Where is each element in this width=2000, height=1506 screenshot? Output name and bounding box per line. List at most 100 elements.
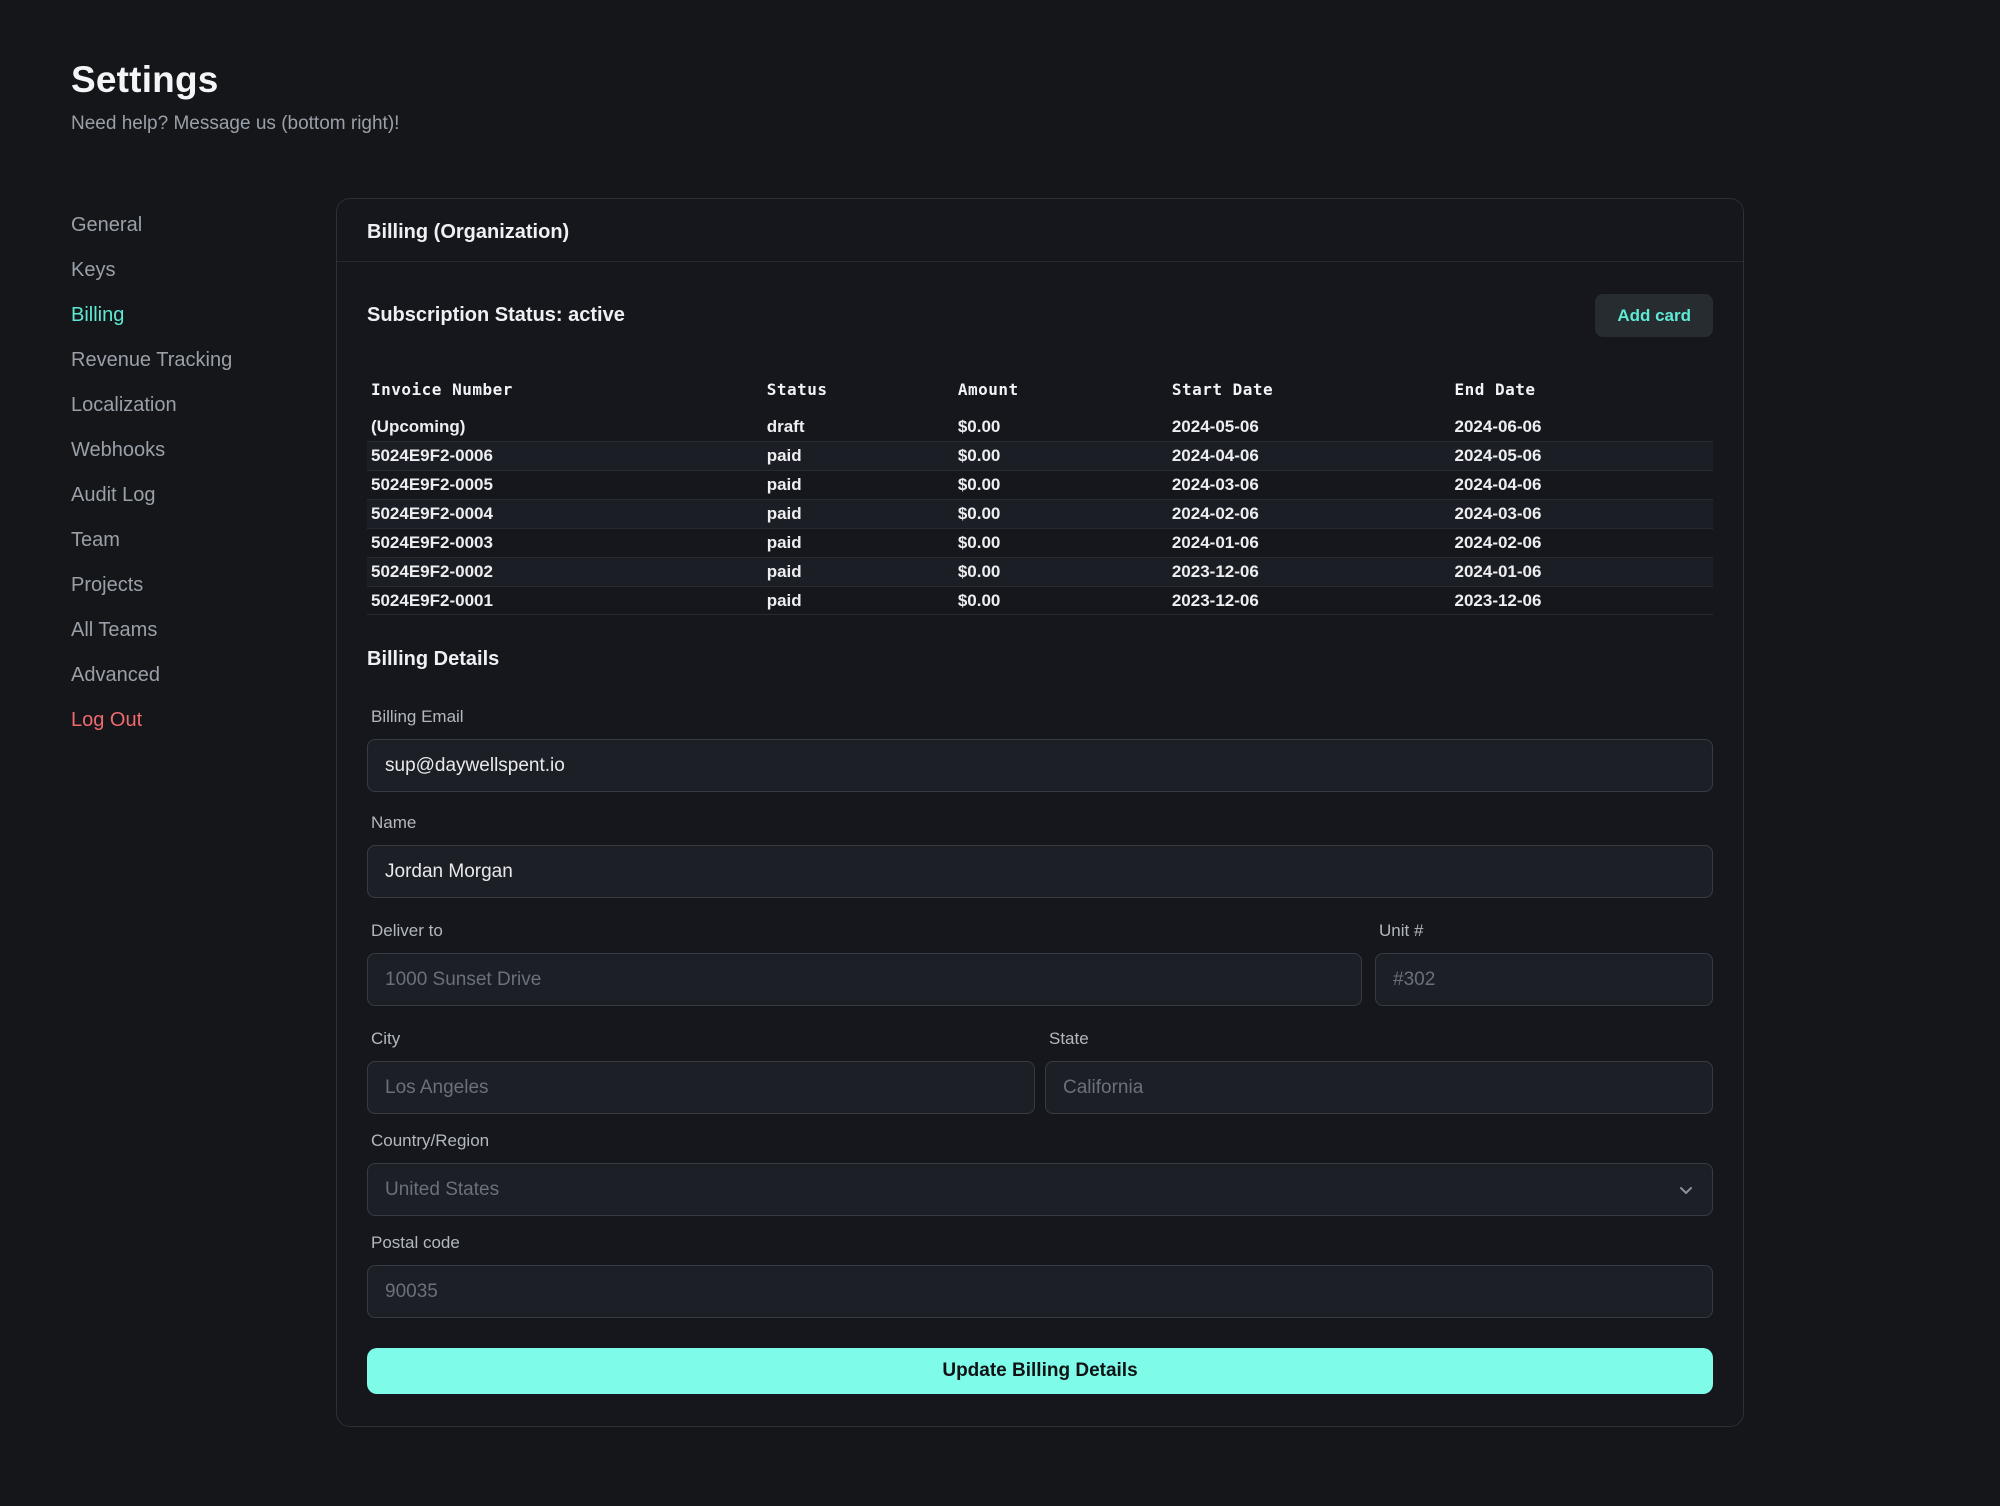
- invoice-cell: 2024-04-06: [1168, 446, 1451, 466]
- state-field[interactable]: [1045, 1061, 1713, 1114]
- invoice-cell: 2024-06-06: [1451, 417, 1714, 437]
- deliver-to-label: Deliver to: [367, 920, 1362, 941]
- name-label: Name: [367, 812, 1713, 833]
- billing-details-heading: Billing Details: [367, 647, 1713, 672]
- invoice-cell: $0.00: [954, 504, 1168, 524]
- invoice-cell: paid: [763, 475, 954, 495]
- invoice-cell: $0.00: [954, 446, 1168, 466]
- sidebar-item-advanced[interactable]: Advanced: [71, 663, 160, 688]
- invoice-cell: 2023-12-06: [1451, 591, 1714, 611]
- add-card-button[interactable]: Add card: [1595, 294, 1713, 337]
- invoice-table: Invoice NumberStatusAmountStart DateEnd …: [367, 376, 1713, 615]
- invoice-cell: 2023-12-06: [1168, 562, 1451, 582]
- city-field[interactable]: [367, 1061, 1035, 1114]
- invoice-table-header: Invoice NumberStatusAmountStart DateEnd …: [367, 376, 1713, 403]
- invoice-cell: 2024-05-06: [1168, 417, 1451, 437]
- invoice-cell: 5024E9F2-0006: [367, 446, 763, 466]
- subscription-status: Subscription Status: active: [367, 304, 625, 327]
- deliver-to-field[interactable]: [367, 953, 1362, 1006]
- invoice-column-header: End Date: [1451, 376, 1714, 403]
- sidebar-item-all-teams[interactable]: All Teams: [71, 618, 157, 643]
- unit-field[interactable]: [1375, 953, 1713, 1006]
- invoice-cell: paid: [763, 562, 954, 582]
- postal-code-group: Postal code: [367, 1232, 1713, 1318]
- page-title: Settings: [71, 58, 2000, 102]
- invoice-row: 5024E9F2-0004paid$0.002024-02-062024-03-…: [367, 499, 1713, 528]
- invoice-cell: draft: [763, 417, 954, 437]
- invoice-column-header: Status: [763, 376, 954, 403]
- address-row: Deliver to Unit #: [367, 920, 1713, 1006]
- sidebar-item-audit-log[interactable]: Audit Log: [71, 483, 156, 508]
- sidebar-item-log-out[interactable]: Log Out: [71, 708, 142, 733]
- state-label: State: [1045, 1028, 1713, 1049]
- page-header: Settings Need help? Message us (bottom r…: [0, 0, 2000, 136]
- invoice-column-header: Invoice Number: [367, 376, 763, 403]
- chevron-down-icon: [1677, 1181, 1695, 1199]
- deliver-to-group: Deliver to: [367, 920, 1362, 1006]
- invoice-row: 5024E9F2-0002paid$0.002023-12-062024-01-…: [367, 557, 1713, 586]
- billing-panel: Billing (Organization) Subscription Stat…: [336, 198, 1744, 1427]
- invoice-cell: 5024E9F2-0003: [367, 533, 763, 553]
- invoice-column-header: Amount: [954, 376, 1168, 403]
- invoice-cell: 5024E9F2-0001: [367, 591, 763, 611]
- update-billing-details-button[interactable]: Update Billing Details: [367, 1348, 1713, 1394]
- invoice-cell: 5024E9F2-0005: [367, 475, 763, 495]
- billing-email-field[interactable]: [367, 739, 1713, 792]
- invoice-cell: 2024-05-06: [1451, 446, 1714, 466]
- unit-group: Unit #: [1375, 920, 1713, 1006]
- sidebar-item-webhooks[interactable]: Webhooks: [71, 438, 165, 463]
- unit-label: Unit #: [1375, 920, 1713, 941]
- invoice-cell: 2024-02-06: [1451, 533, 1714, 553]
- invoice-cell: 2024-01-06: [1168, 533, 1451, 553]
- country-label: Country/Region: [367, 1130, 1713, 1151]
- invoice-cell: paid: [763, 504, 954, 524]
- page-subtitle: Need help? Message us (bottom right)!: [71, 112, 2000, 136]
- invoice-cell: $0.00: [954, 417, 1168, 437]
- sidebar-item-localization[interactable]: Localization: [71, 393, 177, 418]
- city-label: City: [367, 1028, 1035, 1049]
- invoice-cell: $0.00: [954, 562, 1168, 582]
- invoice-cell: 2024-04-06: [1451, 475, 1714, 495]
- invoice-cell: $0.00: [954, 533, 1168, 553]
- name-group: Name: [367, 812, 1713, 898]
- invoice-row: (Upcoming)draft$0.002024-05-062024-06-06: [367, 412, 1713, 441]
- invoice-cell: $0.00: [954, 475, 1168, 495]
- subscription-row: Subscription Status: active Add card: [367, 294, 1713, 337]
- invoice-cell: paid: [763, 591, 954, 611]
- city-group: City: [367, 1028, 1035, 1114]
- country-select[interactable]: United States: [367, 1163, 1713, 1216]
- invoice-cell: paid: [763, 446, 954, 466]
- invoice-cell: 5024E9F2-0002: [367, 562, 763, 582]
- invoice-cell: 5024E9F2-0004: [367, 504, 763, 524]
- billing-email-group: Billing Email: [367, 706, 1713, 792]
- invoice-row: 5024E9F2-0005paid$0.002024-03-062024-04-…: [367, 470, 1713, 499]
- content-area: General Keys Billing Revenue Tracking Locali…: [0, 198, 2000, 1427]
- settings-page: Settings Need help? Message us (bottom r…: [0, 0, 2000, 1506]
- settings-sidebar: General Keys Billing Revenue Tracking Locali…: [71, 198, 336, 1427]
- billing-email-label: Billing Email: [367, 706, 1713, 727]
- country-group: Country/Region United States: [367, 1130, 1713, 1216]
- name-field[interactable]: [367, 845, 1713, 898]
- invoice-column-header: Start Date: [1168, 376, 1451, 403]
- invoice-row: 5024E9F2-0001paid$0.002023-12-062023-12-…: [367, 586, 1713, 615]
- panel-header: Billing (Organization): [337, 199, 1743, 262]
- sidebar-item-keys[interactable]: Keys: [71, 258, 115, 283]
- sidebar-item-billing[interactable]: Billing: [71, 303, 124, 328]
- panel-title: Billing (Organization): [367, 221, 569, 243]
- postal-code-field[interactable]: [367, 1265, 1713, 1318]
- sidebar-item-team[interactable]: Team: [71, 528, 120, 553]
- invoice-cell: (Upcoming): [367, 417, 763, 437]
- invoice-cell: 2024-02-06: [1168, 504, 1451, 524]
- city-state-row: City State: [367, 1028, 1713, 1114]
- invoice-cell: paid: [763, 533, 954, 553]
- invoice-cell: 2024-01-06: [1451, 562, 1714, 582]
- invoice-cell: $0.00: [954, 591, 1168, 611]
- state-group: State: [1045, 1028, 1713, 1114]
- invoice-cell: 2024-03-06: [1451, 504, 1714, 524]
- sidebar-item-projects[interactable]: Projects: [71, 573, 143, 598]
- invoice-row: 5024E9F2-0003paid$0.002024-01-062024-02-…: [367, 528, 1713, 557]
- panel-body: Subscription Status: active Add card Inv…: [337, 262, 1743, 1426]
- sidebar-item-revenue-tracking[interactable]: Revenue Tracking: [71, 348, 232, 373]
- country-selected-value: United States: [385, 1179, 499, 1201]
- sidebar-item-general[interactable]: General: [71, 213, 142, 238]
